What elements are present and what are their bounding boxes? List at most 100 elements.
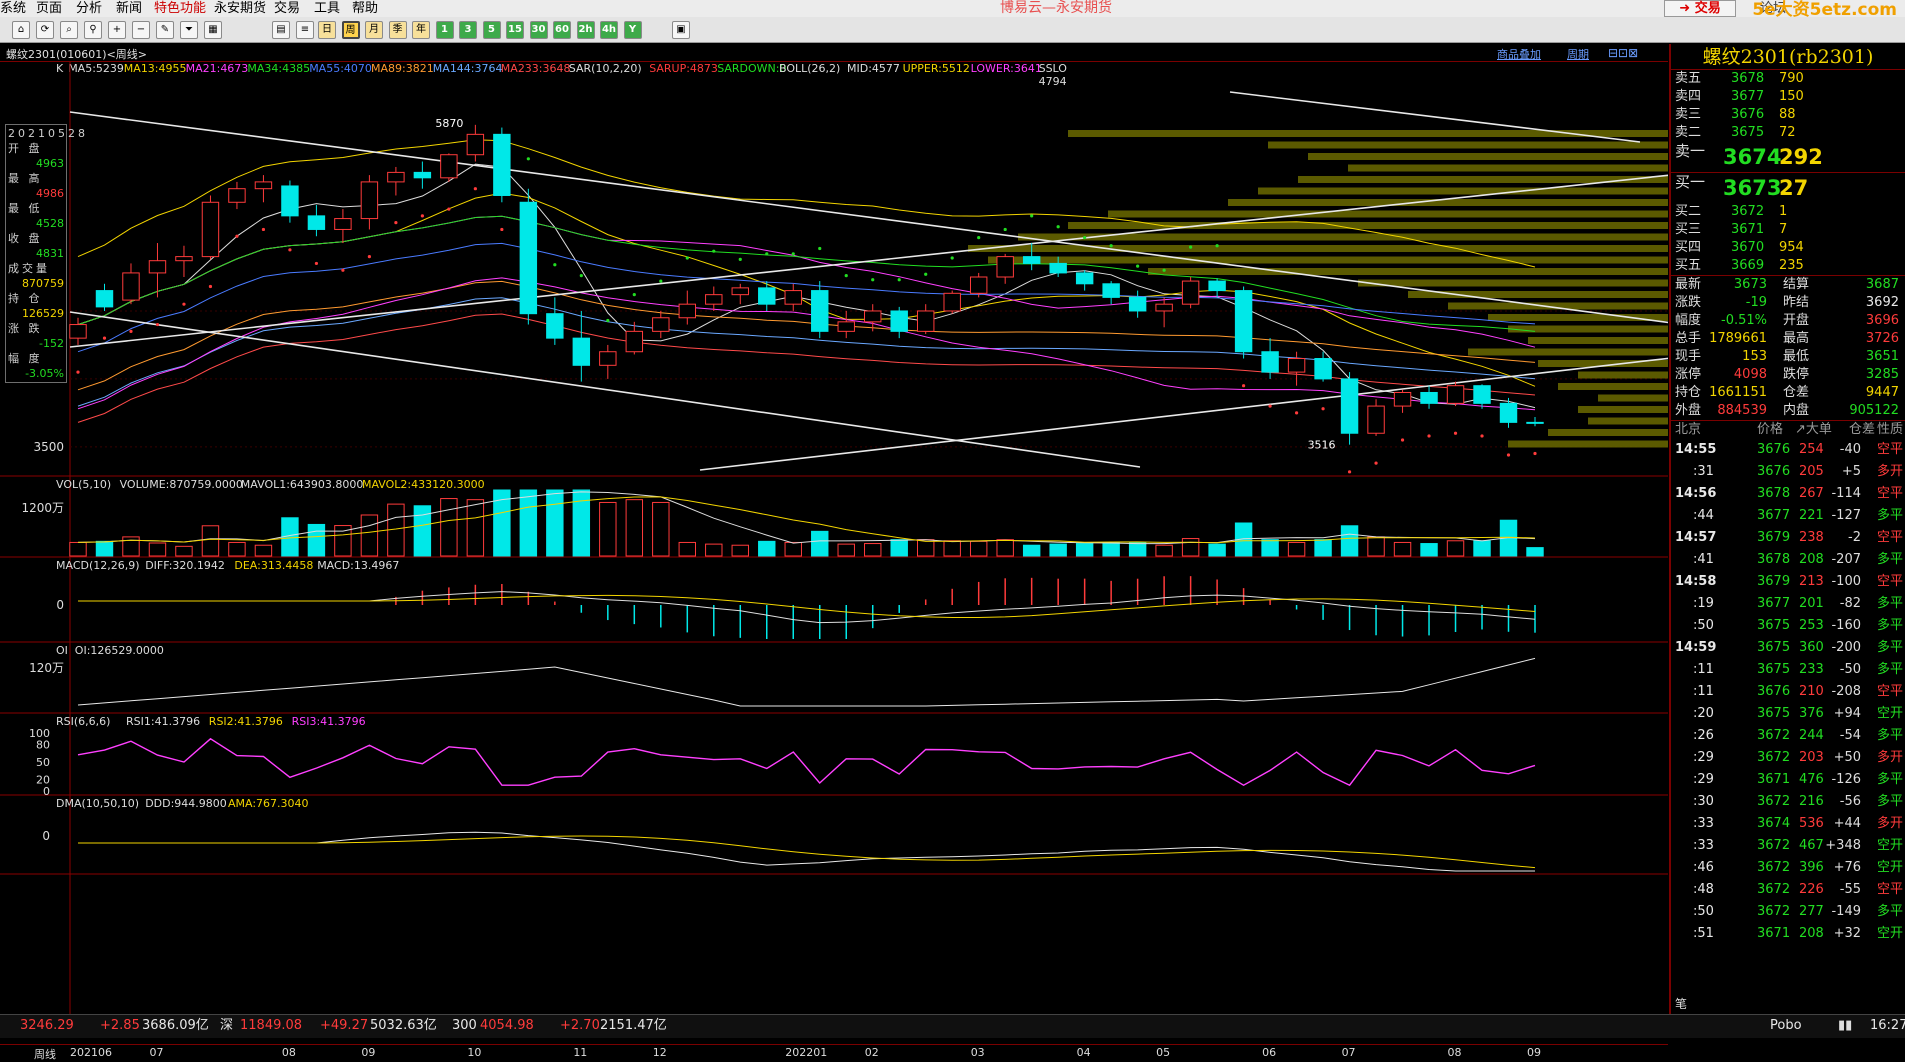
ask-row-3[interactable]: 卖二 3675 72 <box>1671 124 1905 142</box>
period-button-1[interactable]: 周 <box>341 21 360 39</box>
list-icon[interactable]: ≡ <box>296 21 314 39</box>
sar-dot <box>208 284 213 289</box>
period-button-2[interactable]: 月 <box>365 21 383 39</box>
menu-6[interactable]: 交易 <box>274 0 300 17</box>
tick-row[interactable]: :50 3675 253 -160 多平 <box>1671 615 1905 637</box>
ask-row-1[interactable]: 卖四 3677 150 <box>1671 88 1905 106</box>
menu-3[interactable]: 新闻 <box>116 0 142 17</box>
period-button-0[interactable]: 日 <box>318 21 336 39</box>
tick-row[interactable]: 14:57 3679 238 -2 空平 <box>1671 527 1905 549</box>
x-tick-13: 07 <box>1341 1046 1356 1059</box>
pin-icon[interactable]: ✎ <box>156 21 174 39</box>
bid-row-1[interactable]: 买三 3671 7 <box>1671 221 1905 239</box>
calendar-icon[interactable]: ▣ <box>672 21 690 39</box>
tick-row[interactable]: 14:58 3679 213 -100 空平 <box>1671 571 1905 593</box>
period-button-11[interactable]: 2h <box>576 21 595 39</box>
period-button-5[interactable]: 1 <box>435 21 454 39</box>
tick-row[interactable]: :29 3671 476 -126 多平 <box>1671 769 1905 791</box>
macd-dea-line <box>78 594 1536 618</box>
tick-row[interactable]: :29 3672 203 +50 多开 <box>1671 747 1905 769</box>
period-button[interactable]: 周期 <box>1567 46 1589 62</box>
candle-body <box>705 294 723 305</box>
tick-row[interactable]: :19 3677 201 -82 多平 <box>1671 593 1905 615</box>
tick-row[interactable]: :30 3672 216 -56 多平 <box>1671 791 1905 813</box>
dma-ddd-line <box>78 831 1535 872</box>
sar-dot <box>1056 225 1060 229</box>
chart-canvas[interactable]: 45004000350058703516VOL(5,10)VOLUME:8707… <box>0 62 1668 1044</box>
menu-7[interactable]: 工具 <box>314 0 340 17</box>
tick-row[interactable]: :33 3674 536 +44 多开 <box>1671 813 1905 835</box>
period-button-9[interactable]: 30 <box>529 21 548 39</box>
period-button-13[interactable]: Y <box>623 21 642 39</box>
info-label-6: 持 仓 <box>8 292 43 305</box>
tick-row[interactable]: :44 3677 221 -127 多平 <box>1671 505 1905 527</box>
grid-icon[interactable]: ▤ <box>272 21 290 39</box>
tick-row[interactable]: :50 3672 277 -149 多平 <box>1671 901 1905 923</box>
volume-profile-bar <box>1358 279 1668 287</box>
trade-button[interactable]: ➜ 交易 <box>1664 0 1736 17</box>
tick-row[interactable]: :11 3675 233 -50 多平 <box>1671 659 1905 681</box>
volume-bar <box>1473 540 1491 557</box>
tick-row[interactable]: :33 3672 467 +348 空开 <box>1671 835 1905 857</box>
tick-list[interactable]: 14:55 3676 254 -40 空平:31 3676 205 +5 多开 14:56 3678… <box>1671 439 1905 945</box>
ask-row-0[interactable]: 卖五 3678 790 <box>1671 70 1905 88</box>
tick-row[interactable]: :20 3675 376 +94 空开 <box>1671 703 1905 725</box>
bid-row-2[interactable]: 买四 3670 954 <box>1671 239 1905 257</box>
zoom-out-icon[interactable]: − <box>132 21 150 39</box>
tick-row[interactable]: :31 3676 205 +5 多开 <box>1671 461 1905 483</box>
rsi-tick-1: 80 <box>36 739 50 752</box>
chart-icon[interactable]: ▦ <box>204 21 222 39</box>
tick-row[interactable]: :46 3672 396 +76 空开 <box>1671 857 1905 879</box>
low-mark: 3516 <box>1308 439 1336 452</box>
tick-time: :48 <box>1693 882 1714 897</box>
ask1-row[interactable]: 卖一 3674 292 <box>1671 142 1905 172</box>
tick-row[interactable]: :26 3672 244 -54 多平 <box>1671 725 1905 747</box>
menu-1[interactable]: 页面 <box>36 0 62 17</box>
menu-5[interactable]: 永安期货 <box>214 0 266 17</box>
menu-2[interactable]: 分析 <box>76 0 102 17</box>
tick-row[interactable]: :41 3678 208 -207 多平 <box>1671 549 1905 571</box>
chart-area[interactable]: 螺纹2301(010601)<周线> K MA5:5239 MA13:4955 MA2… <box>0 44 1668 1061</box>
overlay-button[interactable]: 商品叠加 <box>1497 46 1541 62</box>
window-controls-icon[interactable]: ⊟⊡⊠ <box>1608 46 1638 60</box>
right-footer[interactable]: 笔 <box>1675 995 1687 1012</box>
info-label-0: 20210528 <box>8 127 88 140</box>
period-button-12[interactable]: 4h <box>600 21 618 39</box>
x-tick-9: 03 <box>970 1046 985 1059</box>
tick-row[interactable]: :51 3671 208 +32 空开 <box>1671 923 1905 945</box>
refresh-icon[interactable]: ⟳ <box>36 21 54 39</box>
period-button-3[interactable]: 季 <box>388 21 407 39</box>
sar-dot <box>1374 461 1378 465</box>
bid-row-3[interactable]: 买五 3669 235 <box>1671 257 1905 275</box>
bid1-row[interactable]: 买一 3673 27 <box>1671 173 1905 203</box>
zoom-in-icon[interactable]: + <box>108 21 126 39</box>
tick-row[interactable]: :11 3676 210 -208 空平 <box>1671 681 1905 703</box>
ask1-volume: 292 <box>1779 145 1823 169</box>
rsi-tick-2: 50 <box>36 756 50 769</box>
period-button-6[interactable]: 3 <box>459 21 477 39</box>
search-icon[interactable]: ⌕ <box>60 21 78 39</box>
ask-row-2[interactable]: 卖三 3676 88 <box>1671 106 1905 124</box>
menu-4[interactable]: 特色功能 <box>154 0 206 17</box>
period-button-7[interactable]: 5 <box>482 21 501 39</box>
sar-dot <box>102 336 107 340</box>
x-tick-14: 08 <box>1447 1046 1462 1059</box>
filter-icon[interactable]: ⏷ <box>180 21 198 39</box>
zoom-icon[interactable]: ⚲ <box>84 21 102 39</box>
candle-body <box>1314 358 1332 380</box>
tick-row[interactable]: :48 3672 226 -55 空平 <box>1671 879 1905 901</box>
bid-row-0[interactable]: 买二 3672 1 <box>1671 203 1905 221</box>
status-item-5: +49.27 <box>320 1018 369 1033</box>
tick-row[interactable]: 14:59 3675 360 -200 多平 <box>1671 637 1905 659</box>
x-tick-5: 11 <box>573 1046 588 1059</box>
info-value-7: -152 <box>39 337 64 350</box>
tick-price: 3675 <box>1757 618 1791 633</box>
tick-row[interactable]: 14:56 3678 267 -114 空平 <box>1671 483 1905 505</box>
period-button-10[interactable]: 60 <box>553 21 571 39</box>
period-button-8[interactable]: 15 <box>506 21 524 39</box>
menu-0[interactable]: 系统 <box>0 0 26 17</box>
tick-row[interactable]: 14:55 3676 254 -40 空平 <box>1671 439 1905 461</box>
period-button-4[interactable]: 年 <box>412 21 430 39</box>
menu-8[interactable]: 帮助 <box>352 0 378 17</box>
home-icon[interactable]: ⌂ <box>12 21 30 39</box>
